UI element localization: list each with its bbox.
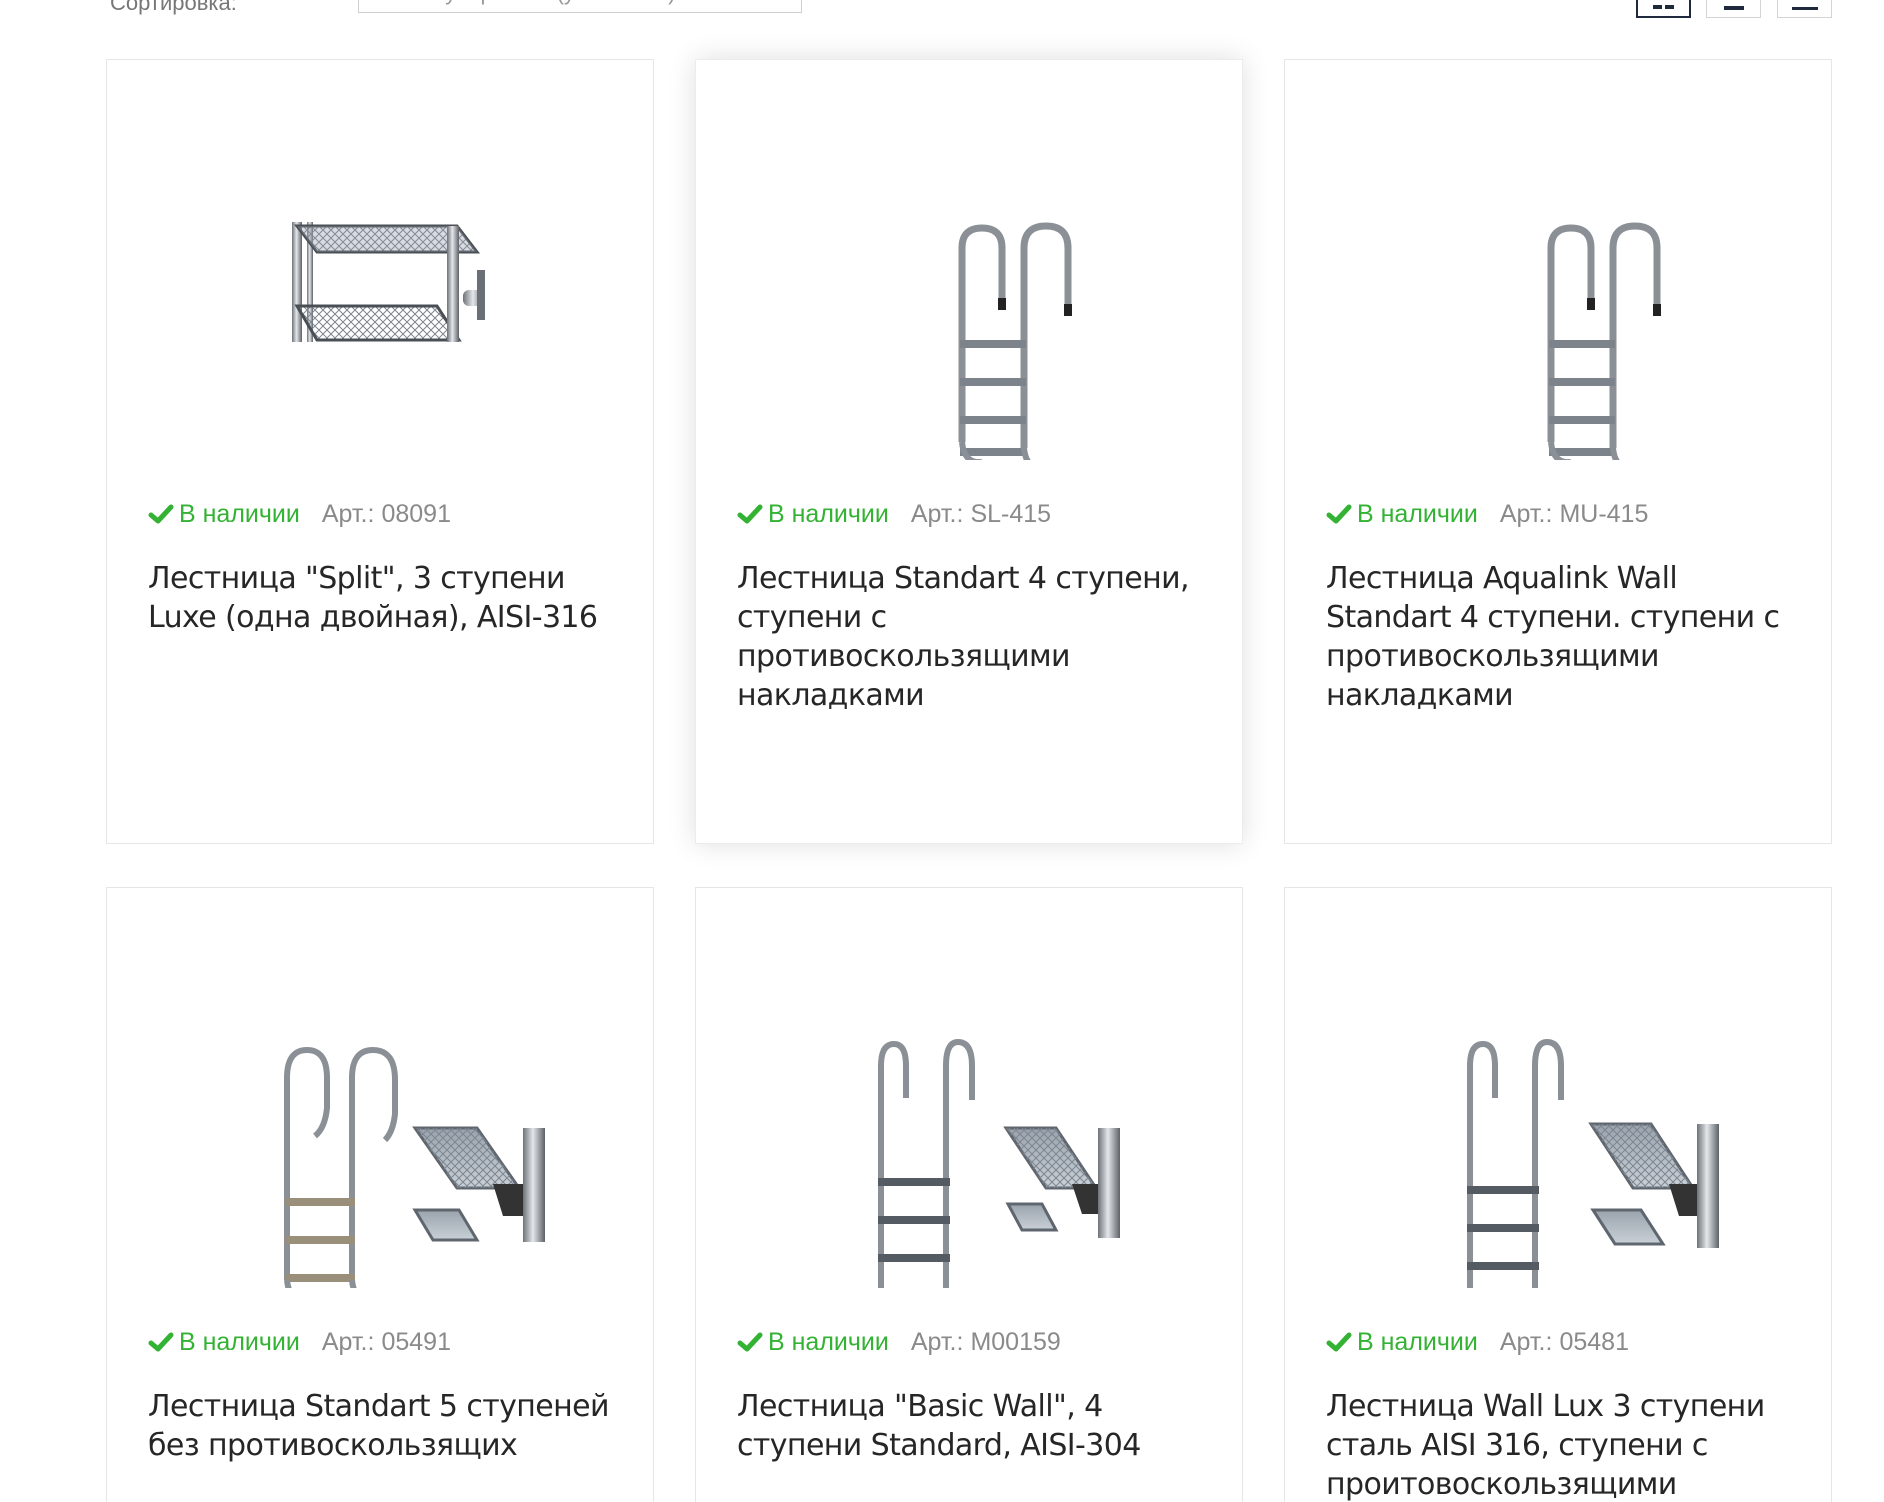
- product-title[interactable]: Лестница Standart 5 ступеней без противо…: [148, 1387, 614, 1465]
- stock-label: В наличии: [179, 1327, 300, 1356]
- product-meta: В наличии Арт.: 08091: [148, 498, 451, 530]
- check-icon: [737, 504, 763, 524]
- product-meta: В наличии Арт.: MU-415: [1326, 498, 1648, 530]
- stock-status: В наличии: [148, 1328, 300, 1357]
- article-number: Арт.: M00159: [910, 1327, 1061, 1356]
- stock-label: В наличии: [768, 1327, 889, 1356]
- product-title[interactable]: Лестница Aqualink Wall Standart 4 ступен…: [1326, 559, 1792, 715]
- check-icon: [1326, 504, 1352, 524]
- list-view-icon: [1723, 6, 1744, 10]
- basic-wall-ladder-image[interactable]: [736, 958, 1202, 1288]
- split-ladder-image[interactable]: [147, 130, 613, 460]
- stock-label: В наличии: [768, 499, 889, 528]
- grid-view-icon: [1653, 5, 1674, 9]
- grid-view-button[interactable]: [1636, 0, 1691, 18]
- stock-label: В наличии: [179, 499, 300, 528]
- check-icon: [737, 1332, 763, 1352]
- article-number: Арт.: 05491: [321, 1327, 451, 1356]
- article-number: Арт.: 05481: [1499, 1327, 1629, 1356]
- wall-lux-ladder-image[interactable]: [1325, 958, 1791, 1288]
- stock-status: В наличии: [737, 500, 889, 529]
- stock-status: В наличии: [1326, 1328, 1478, 1357]
- product-title[interactable]: Лестница "Basic Wall", 4 ступени Standar…: [737, 1387, 1203, 1465]
- check-icon: [148, 1332, 174, 1352]
- check-icon: [148, 504, 174, 524]
- article-number: Арт.: SL-415: [910, 499, 1052, 528]
- product-card[interactable]: В наличии Арт.: M00159 Лестница "Basic W…: [695, 887, 1243, 1502]
- check-icon: [1326, 1332, 1352, 1352]
- aqualink-ladder-image[interactable]: [1325, 130, 1791, 460]
- product-card[interactable]: В наличии Арт.: 05481 Лестница Wall Lux …: [1284, 887, 1832, 1502]
- list-view-button[interactable]: [1706, 0, 1761, 18]
- compact-view-button[interactable]: [1777, 0, 1832, 18]
- sort-label: Сортировка:: [110, 0, 237, 15]
- standart-ladder-image[interactable]: [736, 130, 1202, 460]
- stock-status: В наличии: [1326, 500, 1478, 529]
- catalog-toolbar: Сортировка: По популярности (убыванию): [0, 0, 1884, 40]
- compact-view-icon: [1791, 7, 1818, 10]
- product-title[interactable]: Лестница Standart 4 ступени, ступени с п…: [737, 559, 1203, 715]
- product-meta: В наличии Арт.: 05491: [148, 1326, 451, 1358]
- stock-status: В наличии: [148, 500, 300, 529]
- article-number: Арт.: MU-415: [1499, 499, 1649, 528]
- product-title[interactable]: Лестница "Split", 3 ступени Luxe (одна д…: [148, 559, 614, 637]
- product-meta: В наличии Арт.: 05481: [1326, 1326, 1629, 1358]
- stock-status: В наличии: [737, 1328, 889, 1357]
- article-number: Арт.: 08091: [321, 499, 451, 528]
- stock-label: В наличии: [1357, 499, 1478, 528]
- product-card[interactable]: В наличии Арт.: SL-415 Лестница Standart…: [695, 59, 1243, 844]
- stock-label: В наличии: [1357, 1327, 1478, 1356]
- product-title[interactable]: Лестница Wall Lux 3 ступени сталь AISI 3…: [1326, 1387, 1792, 1502]
- product-meta: В наличии Арт.: M00159: [737, 1326, 1061, 1358]
- product-card[interactable]: В наличии Арт.: MU-415 Лестница Aqualink…: [1284, 59, 1832, 844]
- product-meta: В наличии Арт.: SL-415: [737, 498, 1051, 530]
- product-card[interactable]: В наличии Арт.: 08091 Лестница "Split", …: [106, 59, 654, 844]
- sort-select[interactable]: По популярности (убыванию): [358, 0, 802, 13]
- product-card[interactable]: В наличии Арт.: 05491 Лестница Standart …: [106, 887, 654, 1502]
- standart5-ladder-image[interactable]: [147, 958, 613, 1288]
